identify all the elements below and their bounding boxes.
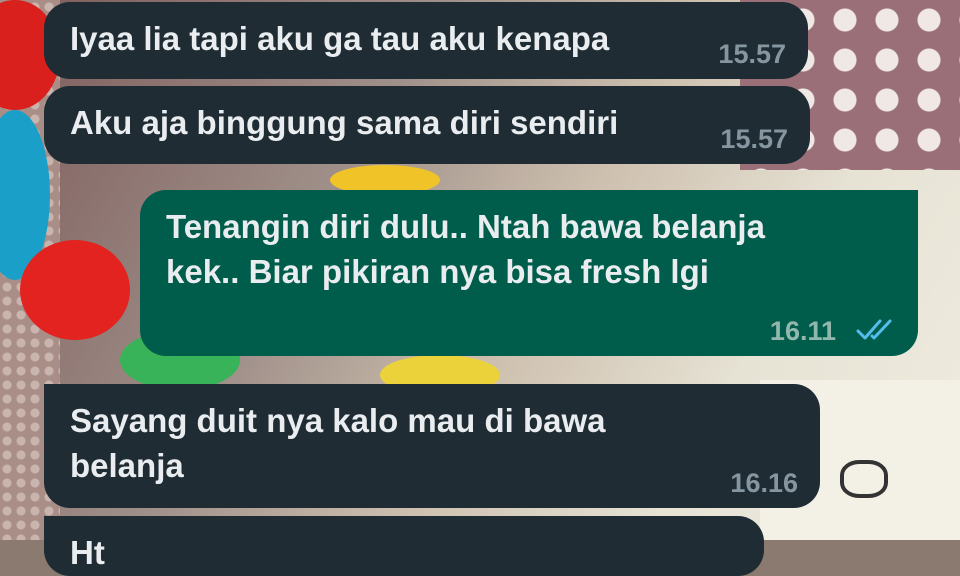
- message-bubble-incoming[interactable]: Ht: [44, 516, 764, 576]
- message-timestamp: 15.57: [718, 39, 786, 69]
- message-bubble-incoming[interactable]: Aku aja binggung sama diri sendiri 15.57: [44, 86, 810, 164]
- message-text: Iyaa lia tapi aku ga tau aku kenapa: [70, 20, 610, 57]
- message-bubble-outgoing[interactable]: Tenangin diri dulu.. Ntah bawa belanja k…: [140, 190, 918, 356]
- message-text: Tenangin diri dulu.. Ntah bawa belanja k…: [166, 208, 765, 290]
- message-list[interactable]: Iyaa lia tapi aku ga tau aku kenapa 15.5…: [0, 0, 960, 576]
- message-bubble-incoming[interactable]: Sayang duit nya kalo mau di bawa belanja…: [44, 384, 820, 508]
- message-text: Sayang duit nya kalo mau di bawa belanja: [70, 402, 606, 484]
- double-check-read-icon: [856, 319, 892, 340]
- message-timestamp: 15.57: [720, 124, 788, 154]
- message-timestamp: 16.11: [769, 316, 836, 346]
- message-timestamp: 16.16: [730, 468, 798, 498]
- message-bubble-incoming[interactable]: Iyaa lia tapi aku ga tau aku kenapa 15.5…: [44, 2, 808, 79]
- message-text: Aku aja binggung sama diri sendiri: [70, 104, 619, 141]
